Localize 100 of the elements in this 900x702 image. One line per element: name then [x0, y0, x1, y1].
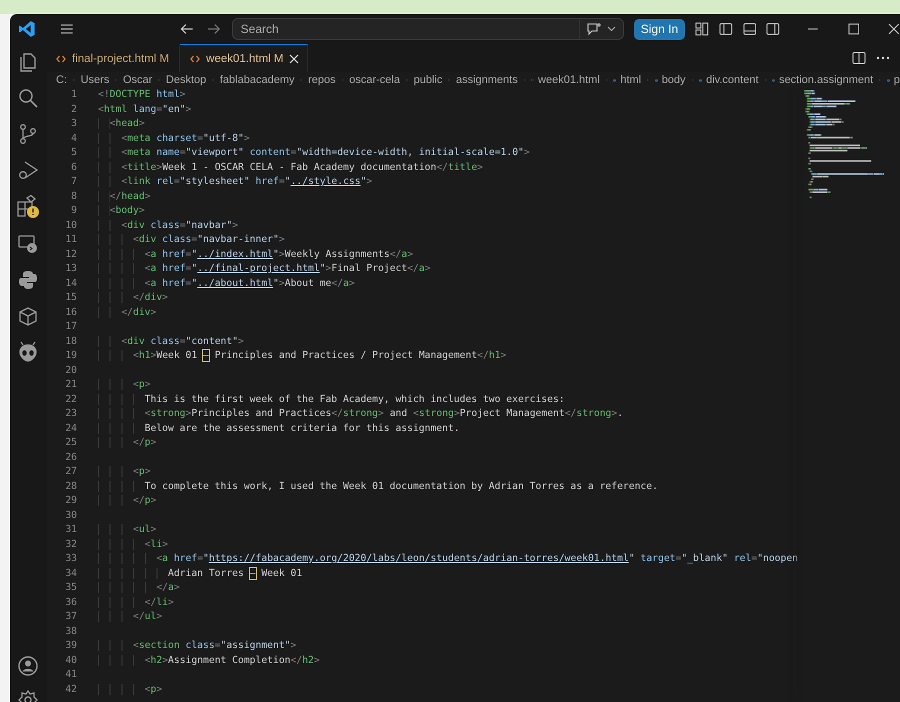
line-number: 39 — [65, 640, 77, 651]
line-number: 33 — [65, 553, 77, 564]
line-number: 35 — [65, 582, 77, 593]
code-line: <title>Week 1 - OSCAR CELA - Fab Academy documentation</title> — [98, 162, 484, 172]
breadcrumb-item[interactable]: Users — [80, 74, 110, 86]
html-file-icon — [190, 54, 200, 62]
python-icon[interactable] — [17, 269, 39, 291]
line-number: 22 — [65, 394, 77, 404]
line-number: 26 — [65, 452, 77, 462]
code-line: <strong>Principles and Practices</strong> and <strong>Project Management</strong>. — [98, 408, 624, 419]
line-number: 23 — [65, 408, 77, 419]
code-line: <ul> — [98, 524, 156, 535]
line-number: 41 — [65, 669, 77, 680]
code-line: <section class="assignment"> — [98, 640, 296, 651]
code-line: <p> — [98, 379, 151, 390]
line-number: 20 — [65, 364, 77, 376]
search-icon[interactable] — [17, 87, 39, 109]
forward-arrow-icon[interactable] — [206, 23, 221, 35]
line-number: 21 — [65, 379, 77, 390]
sign-in-button[interactable]: Sign In — [634, 18, 686, 40]
layout-icon[interactable] — [695, 22, 709, 36]
code-line: <p> — [98, 466, 151, 477]
branch-icon[interactable] — [17, 123, 39, 145]
line-number: 37 — [65, 611, 77, 622]
code-line: <h2>Assignment Completion</h2> — [98, 654, 320, 666]
alien-head-icon[interactable] — [17, 341, 39, 363]
chat-icon — [586, 22, 602, 36]
line-number: 7 — [71, 176, 77, 187]
code-line: </div> — [98, 306, 156, 318]
run-debug-icon[interactable] — [17, 159, 39, 181]
code-line: Below are the assessment criteria for this assignment. — [98, 422, 460, 434]
line-number: 9 — [71, 205, 77, 216]
breadcrumb-item[interactable]: fablabacademy — [220, 74, 294, 86]
code-line: <a href="../about.html">About me</a> — [98, 278, 355, 288]
back-arrow-icon[interactable] — [180, 23, 194, 35]
breadcrumb-item[interactable]: week01.html — [538, 74, 600, 86]
line-number: 14 — [65, 278, 77, 288]
search-field[interactable]: Search — [232, 18, 579, 40]
line-number: 12 — [65, 248, 77, 260]
breadcrumb-item[interactable]: Oscar — [122, 74, 152, 86]
minimap-drawing[interactable] — [804, 90, 884, 200]
breadcrumb-item[interactable]: p — [894, 74, 900, 86]
code-line: <h1>Week 01 – Principles and Practices / Project Management</h1> — [98, 350, 506, 361]
breadcrumb-item[interactable]: section.assignment — [779, 74, 874, 86]
remote-explorer-icon[interactable] — [17, 233, 39, 255]
line-number: 17 — [65, 321, 77, 332]
breadcrumb-item[interactable]: oscar-cela — [349, 74, 400, 86]
code-line: </li> — [98, 596, 174, 608]
breadcrumb-item[interactable]: repos — [308, 74, 336, 86]
breadcrumb-item[interactable]: div.content — [706, 74, 758, 86]
code-line: <a href="https://fabacademy.org/2020/labs/leon/students/adrian-torres/week01.html" target="_blank" rel="noopen — [98, 553, 798, 564]
line-number: 4 — [71, 132, 77, 144]
line-number: 5 — [71, 147, 77, 158]
line-number: 32 — [65, 538, 77, 550]
panel-toggle-icon[interactable] — [742, 22, 756, 36]
breadcrumb-item[interactable]: public — [414, 74, 442, 86]
secondary-sidebar-icon[interactable] — [766, 22, 780, 36]
chat-button[interactable] — [578, 18, 624, 40]
code-line: </head> — [98, 190, 151, 202]
line-number: 24 — [65, 422, 77, 434]
code-line: This is the first week of the Fab Academy, which includes two exercises: — [98, 394, 565, 404]
line-number: 15 — [65, 292, 77, 303]
breadcrumb-item[interactable]: C: — [56, 74, 67, 86]
package-icon[interactable] — [17, 305, 39, 327]
code-line: <li> — [98, 538, 168, 550]
line-number: 28 — [65, 480, 77, 492]
code-line: <a href="../final-project.html">Final Project</a> — [98, 263, 431, 274]
code-line: </p> — [98, 495, 156, 506]
line-number: 27 — [65, 466, 77, 477]
account-icon[interactable] — [17, 655, 39, 677]
line-number: 18 — [65, 336, 77, 346]
code-line: <meta charset="utf-8"> — [98, 132, 250, 144]
code-line: <div class="navbar"> — [98, 220, 238, 230]
code-line: </div> — [98, 292, 168, 303]
line-number: 10 — [65, 220, 77, 230]
more-actions-icon[interactable] — [876, 56, 890, 60]
extensions-warning-icon[interactable] — [16, 195, 40, 219]
line-number: 1 — [71, 89, 77, 100]
breadcrumb-item[interactable]: html — [620, 74, 642, 86]
breadcrumb-item[interactable]: body — [662, 74, 686, 86]
line-number: 25 — [65, 437, 77, 448]
breadcrumb-item[interactable]: assignments — [456, 74, 518, 86]
line-number: 31 — [65, 524, 77, 535]
line-number: 19 — [65, 350, 77, 361]
code-line: <a href="../index.html">Weekly Assignments</a> — [98, 248, 414, 260]
line-number: 42 — [65, 684, 77, 694]
line-number: 8 — [71, 190, 77, 202]
breadcrumb-item[interactable]: Desktop — [166, 74, 206, 86]
code-line: </p> — [98, 437, 156, 448]
split-editor-icon[interactable] — [852, 51, 866, 65]
line-number: 16 — [65, 306, 77, 318]
close-icon[interactable] — [289, 54, 300, 64]
sidebar-toggle-icon[interactable] — [718, 22, 732, 36]
close-icon[interactable] — [888, 23, 900, 35]
editor-tab[interactable]: week01.html M — [180, 44, 308, 72]
maximize-icon[interactable] — [848, 23, 860, 35]
code-line: <head> — [98, 118, 145, 129]
code-line: <div class="content"> — [98, 336, 244, 346]
menu-icon[interactable] — [60, 23, 74, 35]
code-editor-logo-icon — [18, 20, 36, 38]
